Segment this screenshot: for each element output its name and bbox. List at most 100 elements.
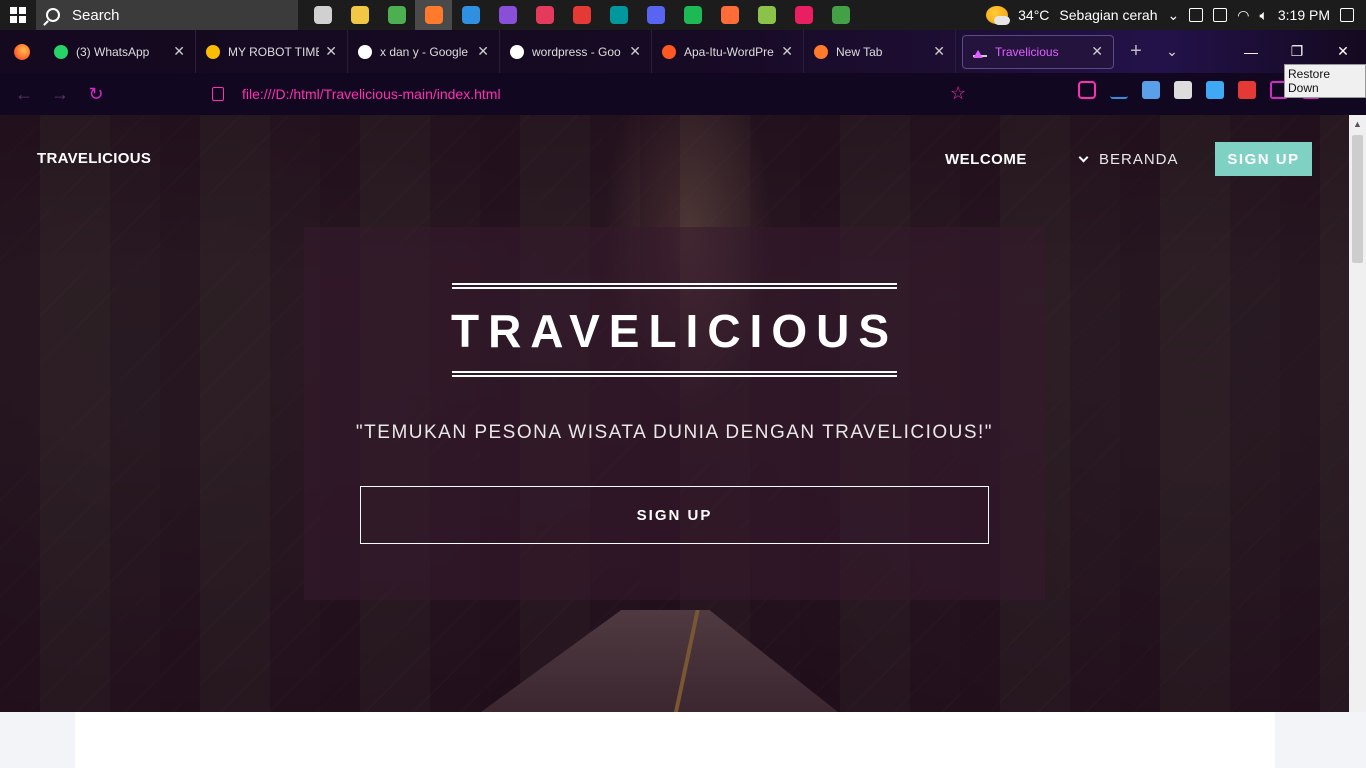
scrollbar-thumb[interactable] <box>1352 135 1363 263</box>
app-m-icon <box>535 6 554 24</box>
windows-start-button[interactable] <box>0 0 36 30</box>
close-tab-icon[interactable]: ✕ <box>781 43 793 60</box>
close-tab-icon[interactable]: ✕ <box>629 43 641 60</box>
firefox-icon <box>814 44 828 59</box>
taskbar-app-app-grid2[interactable] <box>785 0 822 30</box>
hero-signup-button[interactable]: SIGN UP <box>360 486 989 544</box>
nav-signup-button[interactable]: SIGN UP <box>1215 142 1312 176</box>
taskbar-apps <box>304 0 859 30</box>
taskbar-app-discord[interactable] <box>637 0 674 30</box>
taskbar-app-postman[interactable] <box>711 0 748 30</box>
extension-file-icon[interactable] <box>1142 81 1160 99</box>
restore-down-tooltip: Restore Down <box>1284 64 1366 98</box>
tab-3[interactable]: wordpress - Goo ✕ <box>500 30 652 73</box>
taskbar-app-chrome[interactable] <box>378 0 415 30</box>
tab-0[interactable]: (3) WhatsApp ✕ <box>44 30 196 73</box>
firefox-icon <box>14 43 30 60</box>
nav-welcome-link[interactable]: WELCOME <box>945 151 1027 168</box>
taskbar-app-chrome-dev[interactable] <box>822 0 859 30</box>
url-text[interactable]: file:///D:/html/Travelicious-main/index.… <box>242 86 501 102</box>
taskbar-app-spotify[interactable] <box>674 0 711 30</box>
tab-title: x dan y - Google F <box>380 44 472 59</box>
hero-tagline: "TEMUKAN PESONA WISATA DUNIA DENGAN TRAV… <box>355 422 994 443</box>
taskbar-app-vscode[interactable] <box>452 0 489 30</box>
notifications-icon[interactable] <box>1340 8 1354 22</box>
site-brand[interactable]: TRAVELICIOUS <box>37 150 151 167</box>
nav-beranda-dropdown[interactable]: BERANDA <box>1078 151 1179 168</box>
tab-title: wordpress - Goo <box>532 44 621 59</box>
taskbar-app-github-desktop[interactable] <box>489 0 526 30</box>
list-all-tabs-chevron-icon[interactable]: ⌄ <box>1152 43 1192 60</box>
slides-icon <box>662 44 676 59</box>
firefox-icon <box>424 6 443 24</box>
tab-travelicious[interactable]: ⛰︎ Travelicious ✕ <box>962 34 1114 69</box>
tab-1[interactable]: MY ROBOT TIME - ✕ <box>196 30 348 73</box>
close-tab-icon[interactable]: ✕ <box>477 43 489 60</box>
tab-title: (3) WhatsApp <box>76 44 150 59</box>
volume-icon[interactable]: 🔈︎ <box>1259 7 1267 24</box>
bookmark-star-icon[interactable]: ☆ <box>950 83 966 104</box>
taskbar-app-app-f[interactable] <box>563 0 600 30</box>
file-explorer-icon <box>350 6 369 24</box>
search-icon <box>46 8 60 22</box>
tab-5[interactable]: New Tab ✕ <box>804 30 956 73</box>
weather-condition[interactable]: Sebagian cerah <box>1059 7 1157 23</box>
taskbar-app-firefox[interactable] <box>415 0 452 30</box>
taskbar-app-app-m[interactable] <box>526 0 563 30</box>
taskbar-app-file-explorer[interactable] <box>341 0 378 30</box>
arduino-icon <box>609 6 628 24</box>
extension-grid-icon[interactable] <box>1206 81 1224 99</box>
clock[interactable]: 3:19 PM <box>1278 7 1330 23</box>
browser-toolbar: ← → ↻ file:///D:/html/Travelicious-main/… <box>0 73 1366 115</box>
close-tab-icon[interactable]: ✕ <box>1091 43 1103 60</box>
task-view-icon <box>313 6 332 24</box>
app-grid-icon <box>757 6 776 24</box>
below-fold-section <box>0 712 1366 768</box>
scroll-up-arrow-icon[interactable]: ▲ <box>1349 115 1366 132</box>
taskbar-app-task-view[interactable] <box>304 0 341 30</box>
taskbar: Search 34°C Sebagian cerah ⌄ ◠ 🔈︎ 3:19 P… <box>0 0 1366 30</box>
chrome-icon <box>387 6 406 24</box>
reload-icon[interactable]: ↻ <box>78 84 114 105</box>
pocket-icon[interactable] <box>1078 81 1096 99</box>
forward-arrow-icon[interactable]: → <box>42 84 78 105</box>
taskbar-app-app-grid[interactable] <box>748 0 785 30</box>
tray-overflow-chevron-icon[interactable]: ⌄ <box>1168 7 1180 24</box>
page-viewport: TRAVELICIOUS WELCOME BERANDA SIGN UP TRA… <box>0 115 1349 712</box>
system-tray: 34°C Sebagian cerah ⌄ ◠ 🔈︎ 3:19 PM <box>986 0 1366 30</box>
taskbar-search-placeholder: Search <box>72 6 120 24</box>
site-navbar: TRAVELICIOUS WELCOME BERANDA SIGN UP <box>0 115 1349 203</box>
tab-title: Apa-Itu-WordPre <box>684 44 774 59</box>
downloads-icon[interactable] <box>1110 81 1128 99</box>
title-rule-bottom <box>452 371 897 377</box>
extension-red-icon[interactable] <box>1238 81 1256 99</box>
back-arrow-icon[interactable]: ← <box>6 84 42 105</box>
extension-s-icon[interactable] <box>1174 81 1192 99</box>
windows-logo-icon <box>10 7 26 23</box>
spotify-icon <box>683 6 702 24</box>
address-bar[interactable]: file:///D:/html/Travelicious-main/index.… <box>212 79 982 109</box>
weather-temp[interactable]: 34°C <box>1018 7 1049 23</box>
minimize-button[interactable]: — <box>1228 30 1274 73</box>
hero-title: TRAVELICIOUS <box>450 305 899 357</box>
app-f-icon <box>572 6 591 24</box>
tab-2[interactable]: x dan y - Google F ✕ <box>348 30 500 73</box>
firefox-view-button[interactable] <box>0 30 44 73</box>
discord-icon <box>646 6 665 24</box>
tab-title: MY ROBOT TIME - <box>228 44 319 59</box>
meet-now-icon[interactable] <box>1189 8 1204 22</box>
browser-tab-strip: (3) WhatsApp✕MY ROBOT TIME -✕x dan y - G… <box>0 30 1366 73</box>
chevron-down-icon <box>1078 152 1089 163</box>
close-tab-icon[interactable]: ✕ <box>173 43 185 60</box>
taskbar-app-arduino[interactable] <box>600 0 637 30</box>
new-tab-button[interactable]: + <box>1120 40 1152 63</box>
page-scrollbar[interactable]: ▲ <box>1349 115 1366 712</box>
tab-4[interactable]: Apa-Itu-WordPre ✕ <box>652 30 804 73</box>
battery-icon[interactable] <box>1213 8 1228 22</box>
close-tab-icon[interactable]: ✕ <box>933 43 945 60</box>
wifi-icon[interactable]: ◠ <box>1237 7 1249 24</box>
postman-icon <box>720 6 739 24</box>
close-tab-icon[interactable]: ✕ <box>325 43 337 60</box>
taskbar-search[interactable]: Search <box>36 0 298 30</box>
app-grid2-icon <box>794 6 813 24</box>
